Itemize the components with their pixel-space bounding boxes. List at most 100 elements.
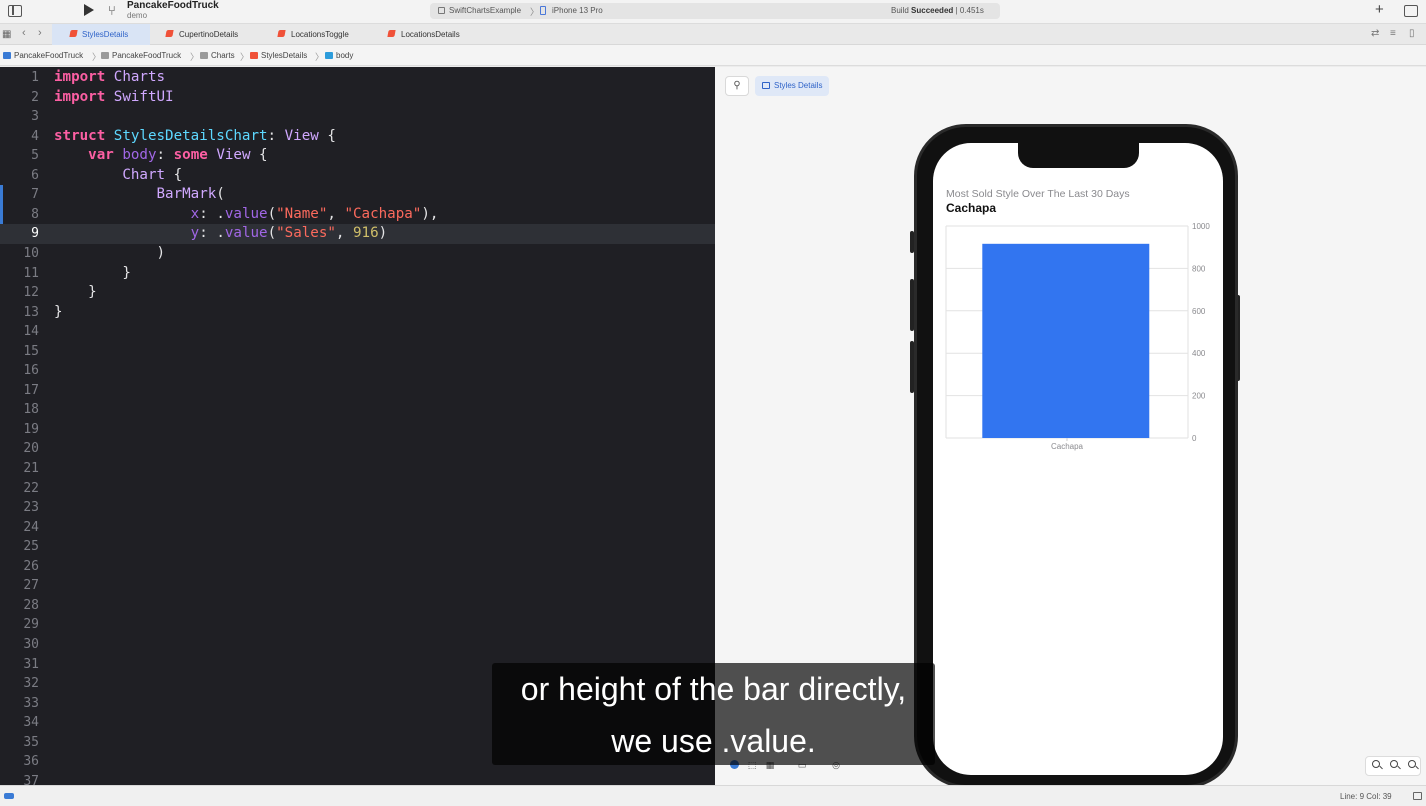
code-text: y: .value("Sales", 916) xyxy=(190,225,388,242)
add-icon[interactable]: + xyxy=(1375,1,1384,18)
swift-file-icon xyxy=(387,30,396,37)
device-notch xyxy=(1018,143,1139,168)
code-line[interactable]: 5 var body: some View { xyxy=(0,146,715,166)
line-number: 6 xyxy=(31,167,39,183)
panel-toggle-icon[interactable] xyxy=(1413,792,1422,800)
code-line[interactable]: 21 xyxy=(0,459,715,479)
caption-line-2: we use .value. xyxy=(611,723,816,759)
preview-selector[interactable]: Styles Details xyxy=(755,76,830,96)
code-line[interactable]: 15 xyxy=(0,342,715,362)
device-selector[interactable]: iPhone 13 Pro xyxy=(552,6,603,15)
chevron-right-icon: 〉 xyxy=(530,7,540,17)
code-line[interactable]: 28 xyxy=(0,596,715,616)
breadcrumb-symbol[interactable]: body xyxy=(325,51,353,60)
code-line[interactable]: 11 } xyxy=(0,264,715,284)
code-line[interactable]: 1 import Charts xyxy=(0,68,715,88)
code-line[interactable]: 6 Chart { xyxy=(0,166,715,186)
editor-options-icon[interactable]: ≡ xyxy=(1390,28,1396,39)
split-editor-icon[interactable]: ▯ xyxy=(1409,28,1415,39)
code-text: x: .value("Name", "Cachapa"), xyxy=(190,205,439,222)
code-line[interactable]: 18 xyxy=(0,400,715,420)
debug-area-toggle-icon[interactable] xyxy=(4,793,14,799)
code-line[interactable]: 20 xyxy=(0,439,715,459)
code-line[interactable]: 26 xyxy=(0,557,715,577)
device-screen: Most Sold Style Over The Last 30 Days Ca… xyxy=(933,143,1223,775)
line-number: 10 xyxy=(23,245,39,261)
code-line[interactable]: 13} xyxy=(0,303,715,323)
line-number: 35 xyxy=(23,734,39,750)
project-subtitle: demo xyxy=(127,11,148,20)
breadcrumb-label: Charts xyxy=(211,51,235,60)
run-icon[interactable] xyxy=(84,4,94,16)
line-number: 25 xyxy=(23,539,39,555)
swift-file-icon xyxy=(69,30,78,37)
line-number: 27 xyxy=(23,578,39,594)
y-tick-label: 600 xyxy=(1192,307,1206,316)
breadcrumb-label: PancakeFoodTruck xyxy=(112,51,182,60)
code-line[interactable]: 10 ) xyxy=(0,244,715,264)
code-line[interactable]: 17 xyxy=(0,381,715,401)
video-caption: or height of the bar directly, we use .v… xyxy=(492,663,935,765)
breadcrumb-project[interactable]: PancakeFoodTruck xyxy=(3,51,83,60)
line-number: 9 xyxy=(31,226,39,242)
line-number: 16 xyxy=(23,363,39,379)
back-icon[interactable]: ‹ xyxy=(22,27,26,39)
project-name: PancakeFoodTruck xyxy=(127,0,219,11)
swift-file-icon xyxy=(277,30,286,37)
code-text: } xyxy=(88,284,97,301)
line-number: 5 xyxy=(31,148,39,164)
line-number: 32 xyxy=(23,676,39,692)
build-status: Build Succeeded | 0.451s xyxy=(891,6,984,15)
line-number: 29 xyxy=(23,617,39,633)
status-bar: Line: 9 Col: 39 xyxy=(0,785,1426,806)
breadcrumb-charts-folder[interactable]: Charts xyxy=(200,51,235,60)
line-number: 36 xyxy=(23,754,39,770)
zoom-in-icon[interactable] xyxy=(1408,760,1416,768)
sidebar-toggle-icon[interactable] xyxy=(8,5,22,17)
y-tick-label: 200 xyxy=(1192,392,1206,401)
code-line[interactable]: 22 xyxy=(0,479,715,499)
phone-icon xyxy=(540,6,546,15)
zoom-out-icon[interactable] xyxy=(1372,760,1380,768)
code-line[interactable]: 19 xyxy=(0,420,715,440)
code-line[interactable]: 3 xyxy=(0,107,715,127)
pin-icon[interactable]: ⚲ xyxy=(725,76,749,96)
folder-icon xyxy=(101,52,109,59)
grid-icon[interactable]: ▦ xyxy=(2,29,11,40)
tab-locationstoggle[interactable]: LocationsToggle xyxy=(277,24,378,45)
code-line[interactable]: 29 xyxy=(0,615,715,635)
tab-label: StylesDetails xyxy=(82,30,129,39)
line-number: 33 xyxy=(23,695,39,711)
line-number: 2 xyxy=(31,89,39,105)
scheme-selector[interactable]: SwiftChartsExample xyxy=(449,6,521,15)
code-line[interactable]: 37 xyxy=(0,772,715,785)
tab-locationsdetails[interactable]: LocationsDetails xyxy=(387,24,488,45)
code-line[interactable]: 25 xyxy=(0,537,715,557)
breadcrumb-file[interactable]: StylesDetails xyxy=(250,51,307,60)
code-line[interactable]: 27 xyxy=(0,576,715,596)
code-text: } xyxy=(54,303,63,320)
build-status-result: Succeeded xyxy=(911,6,954,15)
code-line[interactable]: 24 xyxy=(0,518,715,538)
line-number: 3 xyxy=(31,109,39,125)
code-line[interactable]: 30 xyxy=(0,635,715,655)
code-line[interactable]: 9 y: .value("Sales", 916) xyxy=(0,224,715,244)
forward-icon[interactable]: › xyxy=(38,27,42,39)
related-items-icon[interactable]: ⇄ xyxy=(1371,28,1379,39)
breadcrumb-folder[interactable]: PancakeFoodTruck xyxy=(101,51,181,60)
code-line[interactable]: 8 x: .value("Name", "Cachapa"), xyxy=(0,205,715,225)
code-line[interactable]: 4 struct StylesDetailsChart: View { xyxy=(0,127,715,147)
code-line[interactable]: 2 import SwiftUI xyxy=(0,88,715,108)
code-line[interactable]: 16 xyxy=(0,361,715,381)
bar-chart: 0 200 400 600 800 1000 Cachapa xyxy=(945,222,1210,451)
line-number: 30 xyxy=(23,636,39,652)
code-line[interactable]: 23 xyxy=(0,498,715,518)
inspector-toggle-icon[interactable] xyxy=(1404,5,1418,17)
code-line[interactable]: 14 xyxy=(0,322,715,342)
tab-stylesdetails[interactable]: StylesDetails xyxy=(52,24,150,45)
tab-cupertinodetails[interactable]: CupertinoDetails xyxy=(165,24,266,45)
code-line[interactable]: 12 } xyxy=(0,283,715,303)
zoom-fit-icon[interactable] xyxy=(1390,760,1398,768)
code-line[interactable]: 7 BarMark( xyxy=(0,185,715,205)
branch-icon[interactable]: ⑂ xyxy=(108,3,116,18)
